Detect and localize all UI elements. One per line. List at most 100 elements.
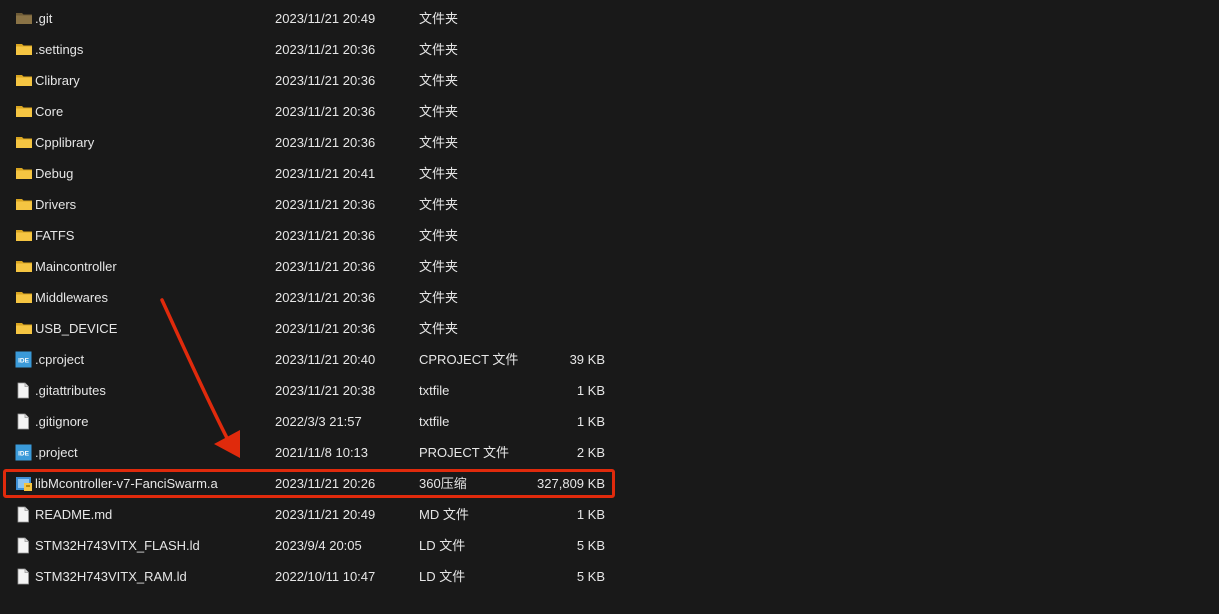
file-modified-date: 2023/11/21 20:36	[275, 290, 376, 305]
file-modified-date: 2023/11/21 20:38	[275, 383, 376, 398]
file-row[interactable]: .gitignore 2022/3/3 21:57 txtfile 1 KB	[0, 406, 1219, 437]
file-modified-date: 2023/11/21 20:36	[275, 228, 376, 243]
file-row[interactable]: Debug 2023/11/21 20:41 文件夹	[0, 158, 1219, 189]
file-type: txtfile	[419, 414, 450, 429]
file-modified-date: 2023/11/21 20:49	[275, 507, 376, 522]
file-type: LD 文件	[419, 538, 466, 553]
file-name: .settings	[35, 42, 84, 57]
file-type: 文件夹	[419, 135, 459, 150]
file-row[interactable]: IDE .cproject 2023/11/21 20:40 CPROJECT 文件 3…	[0, 344, 1219, 375]
file-name: STM32H743VITX_RAM.ld	[35, 569, 187, 584]
folder-icon	[15, 72, 33, 89]
ide-file-icon: IDE	[15, 444, 33, 461]
file-row[interactable]: .gitattributes 2023/11/21 20:38 txtfile 1 K…	[0, 375, 1219, 406]
file-row[interactable]: Clibrary 2023/11/21 20:36 文件夹	[0, 65, 1219, 96]
file-size: 39 KB	[569, 352, 605, 367]
file-modified-date: 2023/11/21 20:36	[275, 259, 376, 274]
file-modified-date: 2023/11/21 20:36	[275, 42, 376, 57]
file-explorer-view: .git 2023/11/21 20:49 文件夹 .settings 2023/11/…	[0, 0, 1219, 614]
ide-file-icon: IDE	[15, 351, 33, 368]
file-type: CPROJECT 文件	[419, 352, 519, 367]
file-type: 文件夹	[419, 228, 459, 243]
folder-icon	[15, 320, 33, 337]
file-name: .gitattributes	[35, 383, 106, 398]
file-type: 文件夹	[419, 11, 459, 26]
file-name: .cproject	[35, 352, 85, 367]
file-row[interactable]: Middlewares 2023/11/21 20:36 文件夹	[0, 282, 1219, 313]
file-type: 文件夹	[419, 104, 459, 119]
folder-icon	[15, 134, 33, 151]
file-name: USB_DEVICE	[35, 321, 118, 336]
svg-text:IDE: IDE	[18, 358, 30, 365]
file-type: 文件夹	[419, 290, 459, 305]
file-type: 文件夹	[419, 42, 459, 57]
file-type: MD 文件	[419, 507, 469, 522]
file-modified-date: 2021/11/8 10:13	[275, 445, 369, 460]
file-modified-date: 2023/11/21 20:49	[275, 11, 376, 26]
file-size: 5 KB	[576, 569, 605, 584]
document-icon	[15, 413, 33, 430]
file-modified-date: 2023/11/21 20:36	[275, 73, 376, 88]
folder-icon	[15, 41, 33, 58]
folder-icon	[15, 103, 33, 120]
file-name: Clibrary	[35, 73, 80, 88]
document-icon	[15, 537, 33, 554]
file-row[interactable]: STM32H743VITX_RAM.ld 2022/10/11 10:47 LD 文…	[0, 561, 1219, 592]
document-icon	[15, 382, 33, 399]
file-modified-date: 2023/11/21 20:36	[275, 321, 376, 336]
file-name: Cpplibrary	[35, 135, 95, 150]
file-type: 文件夹	[419, 166, 459, 181]
file-name: .gitignore	[35, 414, 89, 429]
file-row[interactable]: Maincontroller 2023/11/21 20:36 文件夹	[0, 251, 1219, 282]
file-name: README.md	[35, 507, 113, 522]
file-type: txtfile	[419, 383, 450, 398]
file-size: 1 KB	[576, 414, 605, 429]
file-modified-date: 2023/9/4 20:05	[275, 538, 362, 553]
folder-icon	[15, 196, 33, 213]
file-type: 文件夹	[419, 73, 459, 88]
file-name: Maincontroller	[35, 259, 117, 274]
folder-icon	[15, 10, 33, 27]
file-row[interactable]: Core 2023/11/21 20:36 文件夹	[0, 96, 1219, 127]
file-row[interactable]: STM32H743VITX_FLASH.ld 2023/9/4 20:05 LD 文…	[0, 530, 1219, 561]
file-name: Middlewares	[35, 290, 108, 305]
file-row[interactable]: .settings 2023/11/21 20:36 文件夹	[0, 34, 1219, 65]
file-row[interactable]: Cpplibrary 2023/11/21 20:36 文件夹	[0, 127, 1219, 158]
file-type: 文件夹	[419, 197, 459, 212]
file-modified-date: 2023/11/21 20:41	[275, 166, 376, 181]
file-size: 2 KB	[576, 445, 605, 460]
file-row[interactable]: FATFS 2023/11/21 20:36 文件夹	[0, 220, 1219, 251]
file-row[interactable]: USB_DEVICE 2023/11/21 20:36 文件夹	[0, 313, 1219, 344]
file-modified-date: 2023/11/21 20:36	[275, 135, 376, 150]
file-name: FATFS	[35, 228, 75, 243]
folder-icon	[15, 289, 33, 306]
file-name: .git	[35, 11, 53, 26]
file-row[interactable]: .git 2023/11/21 20:49 文件夹	[0, 3, 1219, 34]
file-name: STM32H743VITX_FLASH.ld	[35, 538, 200, 553]
annotation-highlight-box	[3, 469, 615, 498]
file-modified-date: 2022/10/11 10:47	[275, 569, 376, 584]
file-modified-date: 2023/11/21 20:40	[275, 352, 376, 367]
file-size: 1 KB	[576, 383, 605, 398]
svg-text:IDE: IDE	[18, 451, 30, 458]
file-name: .project	[35, 445, 78, 460]
file-type: PROJECT 文件	[419, 445, 510, 460]
file-size: 5 KB	[576, 538, 605, 553]
file-size: 1 KB	[576, 507, 605, 522]
folder-icon	[15, 165, 33, 182]
file-row[interactable]: README.md 2023/11/21 20:49 MD 文件 1 KB	[0, 499, 1219, 530]
file-row[interactable]: IDE .project 2021/11/8 10:13 PROJECT 文件 2 KB	[0, 437, 1219, 468]
file-modified-date: 2022/3/3 21:57	[275, 414, 362, 429]
file-modified-date: 2023/11/21 20:36	[275, 104, 376, 119]
file-name: Drivers	[35, 197, 77, 212]
document-icon	[15, 568, 33, 585]
file-row[interactable]: Drivers 2023/11/21 20:36 文件夹	[0, 189, 1219, 220]
file-type: 文件夹	[419, 321, 459, 336]
document-icon	[15, 506, 33, 523]
file-modified-date: 2023/11/21 20:36	[275, 197, 376, 212]
file-list: .git 2023/11/21 20:49 文件夹 .settings 2023/11/…	[0, 3, 1219, 592]
folder-icon	[15, 227, 33, 244]
file-type: 文件夹	[419, 259, 459, 274]
folder-icon	[15, 258, 33, 275]
file-name: Debug	[35, 166, 74, 181]
